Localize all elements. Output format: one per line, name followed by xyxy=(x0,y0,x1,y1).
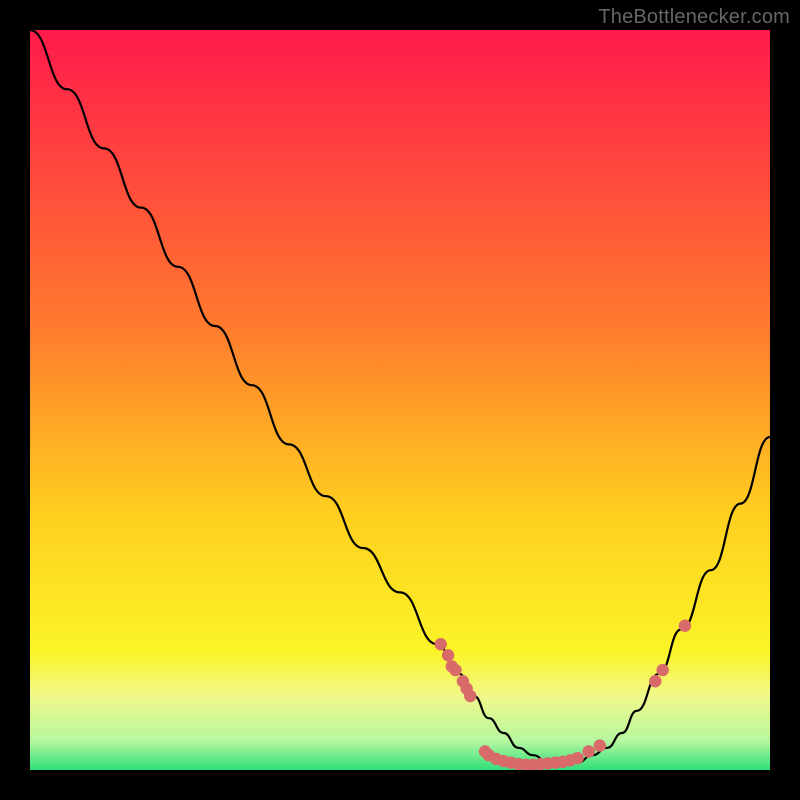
data-point xyxy=(449,664,461,676)
plot-background xyxy=(30,30,770,770)
watermark-text: TheBottlenecker.com xyxy=(598,6,790,29)
chart-plot xyxy=(30,30,770,770)
data-point xyxy=(657,664,669,676)
data-point xyxy=(594,739,606,751)
data-point xyxy=(571,752,583,764)
chart-container: TheBottlenecker.com xyxy=(0,0,800,800)
data-point xyxy=(442,649,454,661)
data-point xyxy=(583,745,595,757)
data-point xyxy=(464,690,476,702)
data-point xyxy=(649,675,661,687)
data-point xyxy=(435,638,447,650)
data-point xyxy=(679,620,691,632)
